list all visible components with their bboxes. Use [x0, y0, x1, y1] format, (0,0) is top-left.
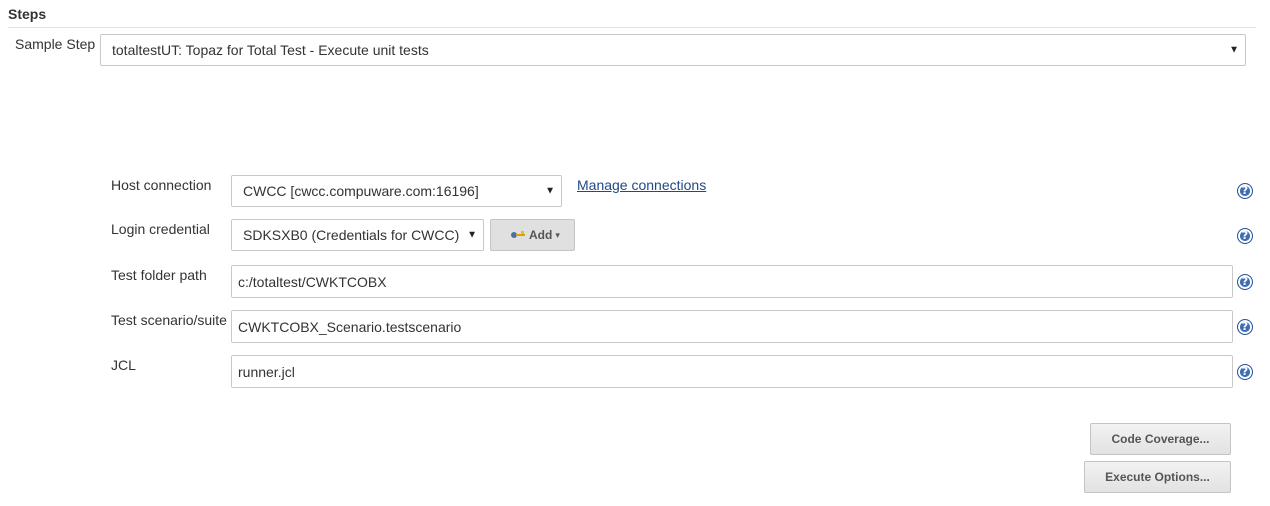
help-icon[interactable]: ?: [1237, 319, 1253, 335]
key-icon: [511, 230, 525, 240]
host-connection-selected-value: CWCC [cwcc.compuware.com:16196]: [243, 183, 479, 199]
code-coverage-button[interactable]: Code Coverage...: [1090, 423, 1231, 455]
sample-step-select[interactable]: totaltestUT: Topaz for Total Test - Exec…: [100, 34, 1246, 66]
login-credential-selected-value: SDKSXB0 (Credentials for CWCC): [243, 227, 460, 243]
dropdown-arrow-icon: ▼: [1229, 44, 1239, 56]
login-credential-select[interactable]: SDKSXB0 (Credentials for CWCC) ▼: [231, 219, 484, 251]
help-icon[interactable]: ?: [1237, 183, 1253, 199]
sample-step-label: Sample Step: [15, 36, 96, 52]
jcl-input[interactable]: [231, 355, 1233, 388]
add-credential-label: Add: [529, 228, 553, 242]
test-folder-path-label: Test folder path: [111, 267, 207, 283]
sample-step-selected-value: totaltestUT: Topaz for Total Test - Exec…: [112, 42, 429, 58]
host-connection-label: Host connection: [111, 177, 212, 193]
test-scenario-input[interactable]: [231, 310, 1233, 343]
help-icon[interactable]: ?: [1237, 228, 1253, 244]
login-credential-label: Login credential: [111, 221, 210, 237]
add-credential-button[interactable]: Add ▾: [490, 219, 575, 251]
execute-options-button[interactable]: Execute Options...: [1084, 461, 1231, 493]
host-connection-select[interactable]: CWCC [cwcc.compuware.com:16196] ▼: [231, 175, 562, 207]
section-title: Steps: [8, 6, 47, 22]
test-folder-path-input[interactable]: [231, 265, 1233, 298]
manage-connections-link[interactable]: Manage connections: [577, 177, 706, 193]
dropdown-arrow-icon: ▼: [545, 185, 555, 197]
jcl-label: JCL: [111, 357, 136, 373]
section-divider: [8, 27, 1256, 28]
caret-down-icon: ▾: [555, 229, 560, 240]
test-scenario-label: Test scenario/suite: [111, 312, 227, 328]
dropdown-arrow-icon: ▼: [467, 229, 477, 241]
help-icon[interactable]: ?: [1237, 364, 1253, 380]
help-icon[interactable]: ?: [1237, 274, 1253, 290]
